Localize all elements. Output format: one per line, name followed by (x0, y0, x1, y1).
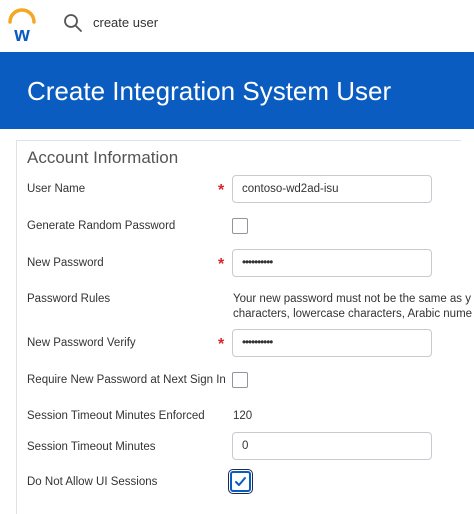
search-input[interactable]: create user (93, 15, 158, 30)
svg-text:w: w (13, 24, 30, 44)
required-marker: * (218, 182, 225, 199)
new-password-verify-input[interactable]: •••••••••• (232, 329, 432, 357)
do-not-allow-ui-sessions-label: Do Not Allow UI Sessions (27, 476, 158, 488)
user-name-input[interactable]: contoso-wd2ad-isu (232, 175, 432, 203)
workday-logo-icon[interactable]: w (6, 8, 38, 44)
section-title: Account Information (27, 148, 179, 167)
password-rules-line-1: Your new password must not be the same a… (233, 293, 472, 305)
search-icon[interactable] (63, 13, 83, 33)
generate-random-password-label: Generate Random Password (27, 220, 176, 232)
page-header-banner: Create Integration System User (0, 52, 474, 129)
new-password-input[interactable]: •••••••••• (232, 249, 432, 277)
user-name-label: User Name (27, 183, 86, 195)
session-timeout-enforced-value: 120 (233, 410, 253, 422)
new-password-verify-label: New Password Verify (27, 337, 136, 349)
session-timeout-minutes-label: Session Timeout Minutes (27, 441, 156, 453)
required-marker: * (218, 256, 225, 273)
require-new-password-label: Require New Password at Next Sign In (27, 374, 226, 386)
generate-random-password-checkbox[interactable] (232, 218, 248, 234)
top-bar: w create user (0, 0, 474, 52)
session-timeout-enforced-label: Session Timeout Minutes Enforced (27, 410, 205, 422)
checkmark-icon (235, 477, 246, 486)
password-rules-label: Password Rules (27, 293, 111, 305)
do-not-allow-ui-sessions-checkbox[interactable] (228, 469, 253, 494)
require-new-password-checkbox[interactable] (232, 372, 248, 388)
page-title: Create Integration System User (27, 76, 392, 106)
password-rules-line-2: characters, lowercase characters, Arabic… (233, 308, 473, 320)
required-marker: * (218, 336, 225, 353)
session-timeout-minutes-input[interactable]: 0 (232, 432, 432, 460)
new-password-label: New Password (27, 257, 104, 269)
